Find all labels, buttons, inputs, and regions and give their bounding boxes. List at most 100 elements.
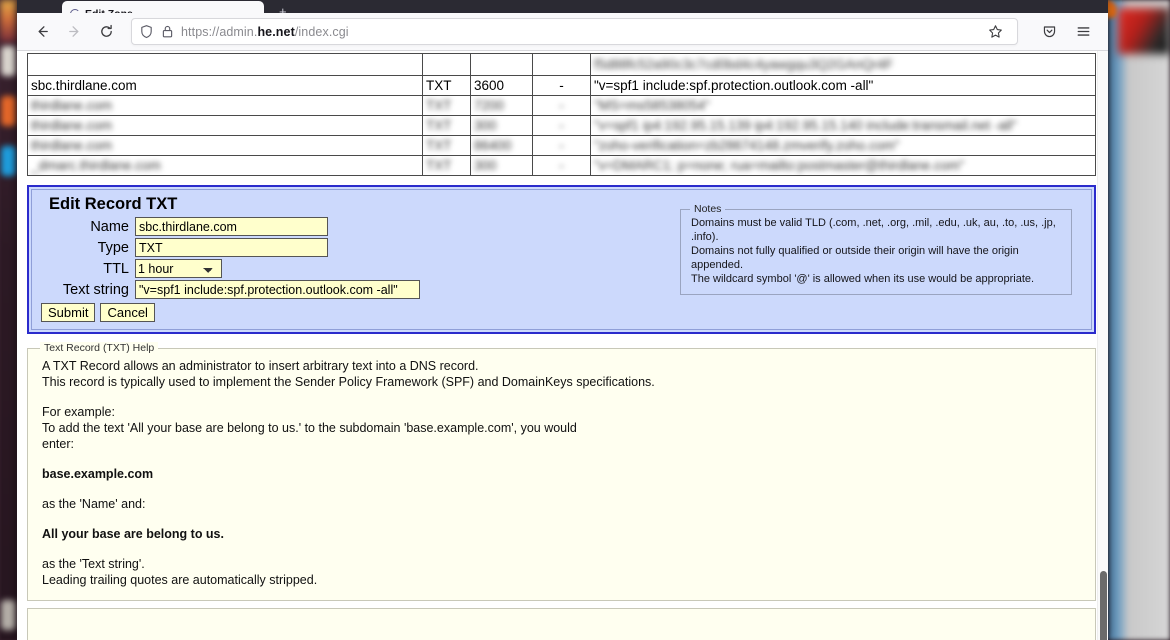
cell-type: TXT — [422, 135, 471, 156]
cell-ttl: 300 — [470, 115, 533, 136]
app-menu-button[interactable] — [1068, 18, 1098, 46]
cell-type: TXT — [422, 95, 471, 116]
cell-type — [422, 53, 471, 76]
table-row[interactable]: thirdlane.com TXT 300- "v=spf1 ip4:192.95.1… — [27, 115, 1096, 136]
cancel-button[interactable]: Cancel — [100, 303, 155, 322]
form-row-type: Type — [39, 238, 420, 257]
cell-data: "MS=ms58538054" — [590, 95, 1096, 116]
form-row-name: Name — [39, 217, 420, 236]
help-line-1: A TXT Record allows an administrator to … — [42, 359, 479, 373]
edit-record-title: Edit Record TXT — [49, 195, 178, 213]
cell-name: thirdlane.com — [27, 115, 423, 136]
help-line-5: enter: — [42, 437, 74, 451]
cell-priority: - — [532, 95, 591, 116]
cell-name — [27, 53, 423, 76]
cell-ttl: 7200 — [470, 95, 533, 116]
text-string-label: Text string — [62, 281, 129, 298]
help-spacer-4 — [42, 512, 1081, 526]
notes-line-1: Domains must be valid TLD (.com, .net, .… — [691, 217, 1056, 243]
ttl-label: TTL — [103, 260, 129, 277]
tab-edit-zone[interactable]: Edit Zone — [62, 1, 264, 13]
new-tab-button[interactable]: + — [279, 5, 287, 13]
dns-records-body: f5d88fc52a90c3c7cd0bd4c4yawgqu3Q2GAnQr4F… — [27, 53, 1096, 176]
back-arrow-icon — [38, 26, 48, 37]
cell-priority: - — [532, 115, 591, 136]
launcher-icon[interactable] — [1, 96, 16, 126]
cell-ttl — [470, 53, 533, 76]
cell-name: _dmarc.thirdlane.com — [27, 155, 423, 176]
cell-ttl: 300 — [470, 155, 533, 176]
form-row-text: Text string — [39, 280, 420, 299]
padlock-icon[interactable] — [160, 24, 175, 39]
help-line-6: as the 'Name' and: — [42, 497, 146, 511]
cell-ttl: 86400 — [470, 135, 533, 156]
cell-ttl: 3600 — [470, 75, 533, 96]
notes-line-3: The wildcard symbol '@' is allowed when … — [691, 273, 1035, 285]
type-label: Type — [97, 239, 129, 256]
page-scrollbar-thumb[interactable] — [1100, 571, 1107, 640]
cell-type: TXT — [422, 75, 471, 96]
star-icon — [988, 25, 1002, 38]
ubuntu-dock[interactable] — [0, 0, 17, 640]
page-content: f5d88fc52a90c3c7cd0bd4c4yawgqu3Q2GAnQr4F… — [17, 51, 1097, 640]
ttl-select[interactable]: 5 minutes15 minutes30 minutes1 hour3 hou… — [135, 259, 222, 278]
table-row[interactable]: sbc.thirdlane.com TXT 3600- "v=spf1 include… — [27, 75, 1096, 96]
cell-data: "v=spf1 include:spf.protection.outlook.c… — [590, 75, 1096, 96]
pocket-save-button[interactable] — [1034, 18, 1064, 46]
cell-type: TXT — [422, 155, 471, 176]
table-row[interactable]: f5d88fc52a90c3c7cd0bd4c4yawgqu3Q2GAnQr4F — [27, 53, 1096, 76]
type-input[interactable] — [135, 238, 328, 257]
pocket-save-icon — [1043, 26, 1055, 38]
cell-data: f5d88fc52a90c3c7cd0bd4c4yawgqu3Q2GAnQr4F — [590, 53, 1096, 76]
trash-icon[interactable] — [1, 600, 16, 630]
cell-name: thirdlane.com — [27, 95, 423, 116]
store-icon[interactable] — [1, 146, 16, 176]
url-text: https://admin.he.net/index.cgi — [181, 24, 349, 39]
submit-button[interactable]: Submit — [41, 303, 96, 322]
help-spacer-2 — [42, 452, 1081, 466]
cell-data: "v=DMARC1; p=none; rua=mailto:postmaster… — [590, 155, 1096, 176]
help-line-7: as the 'Text string'. — [42, 557, 145, 571]
help-spacer-5 — [42, 542, 1081, 556]
cell-priority — [532, 53, 591, 76]
name-label: Name — [90, 218, 129, 235]
table-row[interactable]: thirdlane.com TXT 7200- "MS=ms58538054" — [27, 95, 1096, 116]
help-spacer-1 — [42, 390, 1081, 404]
form-row-ttl: TTL 5 minutes15 minutes30 minutes1 hour3… — [39, 259, 420, 278]
cell-data: "v=spf1 ip4:192.95.15.139 ip4:192.95.15.… — [590, 115, 1096, 136]
tab-loading-icon — [70, 9, 80, 13]
page-viewport: f5d88fc52a90c3c7cd0bd4c4yawgqu3Q2GAnQr4F… — [17, 51, 1108, 640]
table-row[interactable]: _dmarc.thirdlane.com TXT 300- "v=DMARC1; p=… — [27, 155, 1096, 176]
help-example-name: base.example.com — [42, 467, 154, 481]
files-icon[interactable] — [1, 46, 16, 76]
help-line-4: To add the text 'All your base are belon… — [42, 421, 577, 435]
help-line-2: This record is typically used to impleme… — [42, 375, 655, 389]
hamburger-menu-icon — [1077, 27, 1089, 36]
cell-priority: - — [532, 135, 591, 156]
name-input[interactable] — [135, 217, 328, 236]
txt-record-help-box: Text Record (TXT) Help A TXT Record allo… — [27, 342, 1096, 601]
desktop-window-fragment — [1118, 8, 1170, 54]
reload-button[interactable] — [91, 18, 121, 46]
notes-line-2: Domains not fully qualified or outside t… — [691, 245, 1019, 271]
toolbar-right-group — [1034, 18, 1098, 46]
text-string-input[interactable] — [135, 280, 420, 299]
bookmark-button[interactable] — [980, 18, 1010, 46]
back-button[interactable] — [27, 18, 57, 46]
forward-button[interactable] — [59, 18, 89, 46]
shield-icon[interactable] — [139, 24, 154, 39]
edit-record-panel: Edit Record TXT Name Type TTL 5 minutes1… — [27, 185, 1096, 334]
notes-legend: Notes — [690, 203, 726, 215]
dns-records-table: f5d88fc52a90c3c7cd0bd4c4yawgqu3Q2GAnQr4F… — [27, 53, 1096, 176]
notes-box: Notes Domains must be valid TLD (.com, .… — [680, 203, 1072, 295]
navigation-toolbar: https://admin.he.net/index.cgi — [17, 13, 1108, 51]
reload-icon — [100, 24, 112, 37]
tab-title: Edit Zone — [85, 8, 133, 13]
form-buttons: Submit Cancel — [41, 303, 420, 322]
table-row[interactable]: thirdlane.com TXT 86400- "zoho-verification… — [27, 135, 1096, 156]
page-scrollbar[interactable] — [1097, 51, 1108, 640]
dock-top-glow — [0, 0, 17, 42]
address-bar[interactable]: https://admin.he.net/index.cgi — [131, 18, 1018, 45]
desktop-right-area — [1108, 0, 1170, 640]
cell-priority: - — [532, 155, 591, 176]
